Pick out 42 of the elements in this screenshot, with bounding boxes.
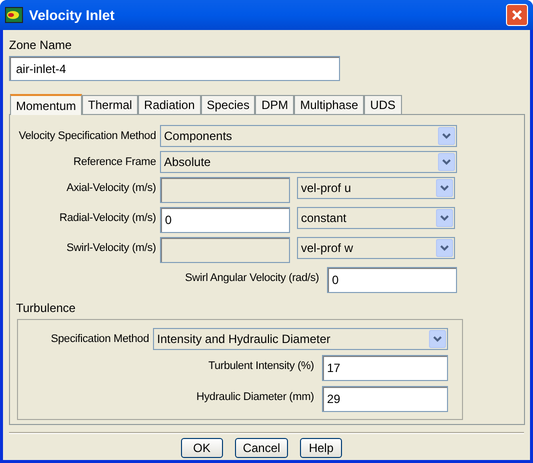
field-label: Swirl Angular Velocity (rad/s) (185, 272, 319, 284)
dropdown[interactable]: Absolute (160, 151, 457, 173)
tab[interactable]: Multiphase (294, 95, 364, 114)
input-field[interactable]: 0 (327, 267, 457, 293)
dropdown[interactable]: Intensity and Hydraulic Diameter (153, 328, 448, 350)
field-label: Swirl-Velocity (m/s) (66, 242, 156, 254)
field-label: Axial-Velocity (m/s) (66, 182, 156, 194)
field-label: Reference Frame (73, 156, 156, 168)
tab[interactable]: Momentum (10, 94, 82, 115)
field-label: Radial-Velocity (m/s) (59, 212, 156, 224)
chevron-down-icon (438, 127, 455, 145)
dropdown[interactable]: Components (160, 125, 457, 147)
dialog-button[interactable]: Help (300, 438, 342, 458)
dropdown[interactable]: vel-prof u (297, 177, 455, 199)
dialog-button[interactable]: OK (180, 438, 223, 458)
zone-name-label: Zone Name (9, 37, 72, 54)
app-icon (5, 7, 23, 23)
field-label: Turbulent Intensity (%) (208, 360, 314, 372)
field-label: Specification Method (50, 333, 149, 345)
dropdown[interactable]: constant (297, 207, 455, 229)
chevron-down-icon (436, 209, 453, 227)
dialog-button[interactable]: Cancel (234, 438, 288, 458)
tab[interactable]: UDS (364, 95, 402, 114)
tab[interactable]: Radiation (138, 95, 201, 114)
window-title: Velocity Inlet (29, 6, 116, 25)
tab[interactable]: Species (200, 95, 256, 114)
zone-name-field[interactable]: air-inlet-4 (9, 56, 340, 81)
input-field[interactable]: 29 (322, 386, 448, 412)
close-icon (511, 9, 523, 21)
dropdown[interactable]: vel-prof w (297, 237, 455, 259)
chevron-down-icon (438, 153, 455, 171)
input-field[interactable]: 0 (160, 207, 290, 233)
chevron-down-icon (436, 179, 453, 197)
chevron-down-icon (436, 239, 453, 257)
input-field[interactable]: 17 (322, 355, 448, 381)
close-button[interactable] (506, 4, 528, 26)
chevron-down-icon (429, 330, 446, 348)
tab[interactable]: Thermal (82, 95, 138, 114)
turbulence-label: Turbulence (16, 300, 76, 317)
field-label: Velocity Specification Method (18, 130, 156, 142)
field-label: Hydraulic Diameter (mm) (196, 391, 314, 403)
tab[interactable]: DPM (255, 95, 294, 114)
